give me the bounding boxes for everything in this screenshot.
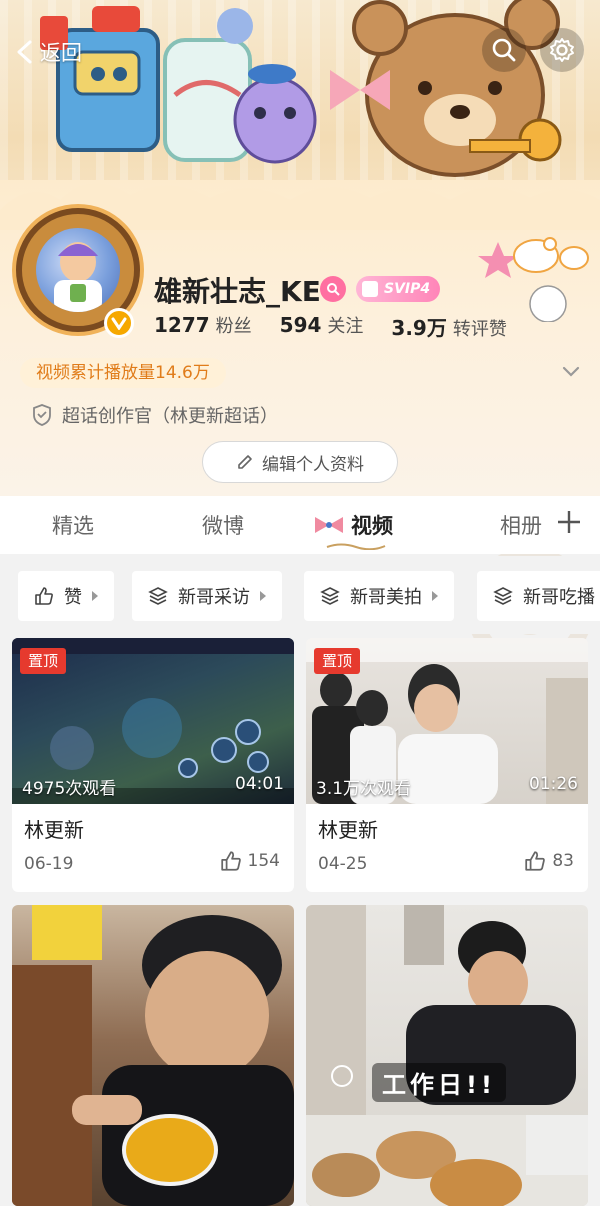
pinned-badge: 置顶	[314, 648, 361, 674]
chip-likes-label: 赞	[64, 587, 82, 608]
followers-count: 1277	[154, 313, 210, 337]
gear-icon	[550, 38, 574, 62]
interactions-count: 3.9万	[391, 316, 447, 340]
bow-icon	[315, 517, 343, 533]
plus-icon[interactable]	[555, 508, 583, 536]
view-count: 4975次观看	[22, 779, 117, 799]
chevron-left-icon	[17, 40, 32, 64]
thumbs-up-icon	[220, 851, 241, 871]
caret-right-icon	[92, 591, 98, 601]
svip-badge[interactable]: SVIP4	[356, 276, 441, 302]
verified-badge	[104, 308, 134, 338]
video-date: 04-25	[318, 854, 368, 874]
settings-button[interactable]	[540, 28, 584, 72]
layers-icon	[148, 587, 168, 605]
followers-label: 粉丝	[215, 316, 252, 337]
chip-mukbang[interactable]: 新哥吃播	[477, 571, 600, 621]
duck-sticker	[478, 237, 589, 322]
edit-profile-label: 编辑个人资料	[262, 454, 364, 475]
video-card[interactable]	[12, 905, 294, 1206]
like-count: 154	[247, 851, 280, 871]
chevron-down-icon[interactable]	[560, 360, 582, 382]
like-count: 83	[552, 851, 574, 871]
chip-beauty[interactable]: 新哥美拍	[304, 571, 454, 621]
avatar-image	[36, 228, 120, 312]
tab-videos-label: 视频	[351, 514, 393, 538]
like-button[interactable]: 83	[524, 850, 574, 872]
back-label: 返回	[40, 41, 82, 65]
shield-icon	[33, 404, 51, 426]
chip-interview-label: 新哥采访	[178, 587, 250, 608]
video-thumbnail: 工作日!!	[306, 905, 588, 1206]
total-plays-pill[interactable]: 视频累计播放量14.6万	[20, 358, 226, 388]
chip-mukbang-label: 新哥吃播	[523, 587, 595, 608]
filter-chip-row: 赞 新哥采访 新哥美拍 新哥吃播	[0, 556, 600, 634]
stat-interactions[interactable]: 3.9万 转评赞	[391, 312, 506, 341]
tab-active-indicator	[326, 543, 386, 550]
video-card[interactable]: 置顶 3.1万次观看 01:26 林更新 04-25 83	[306, 638, 588, 892]
tab-videos[interactable]: 视频	[313, 510, 393, 540]
pinned-badge: 置顶	[20, 648, 67, 674]
video-title: 林更新	[24, 818, 84, 842]
edit-profile-button[interactable]: 编辑个人资料	[202, 441, 398, 483]
super-topic-label: 超话创作官（林更新超话）	[62, 406, 278, 427]
pencil-icon	[238, 455, 252, 469]
layers-icon	[320, 587, 340, 605]
caret-right-icon	[432, 591, 438, 601]
video-thumbnail: 置顶 3.1万次观看 01:26	[306, 638, 588, 804]
stat-followers[interactable]: 1277 粉丝	[154, 312, 252, 341]
video-card[interactable]: 工作日!!	[306, 905, 588, 1206]
verified-v-icon	[111, 317, 127, 330]
search-icon	[492, 38, 516, 62]
caret-right-icon	[260, 591, 266, 601]
stat-following[interactable]: 594 关注	[280, 312, 364, 341]
interactions-label: 转评赞	[452, 319, 507, 340]
thumbs-up-icon	[525, 851, 546, 871]
view-count: 3.1万次观看	[316, 779, 412, 799]
video-date: 06-19	[24, 854, 74, 874]
profile-stats: 1277 粉丝 594 关注 3.9万 转评赞	[154, 312, 507, 341]
chip-likes[interactable]: 赞	[18, 571, 114, 621]
svip-label: SVIP4	[384, 281, 431, 297]
search-button[interactable]	[482, 28, 526, 72]
profile-tabs: 精选 微博 视频 相册	[0, 496, 600, 554]
video-thumbnail	[12, 905, 294, 1206]
video-duration: 04:01	[235, 774, 284, 794]
tab-featured[interactable]: 精选	[52, 510, 94, 540]
like-button[interactable]: 154	[220, 850, 280, 872]
super-topic-row[interactable]: 超话创作官（林更新超话）	[32, 402, 278, 428]
video-card[interactable]: 置顶 4975次观看 04:01 林更新 06-19 154	[12, 638, 294, 892]
username: 雄新壮志_KE	[154, 275, 321, 308]
video-overlay-caption: 工作日!!	[372, 1063, 506, 1102]
female-gender-icon	[320, 276, 346, 302]
thumbs-up-icon	[35, 587, 53, 605]
following-label: 关注	[327, 316, 364, 337]
video-thumbnail: 置顶 4975次观看 04:01	[12, 638, 294, 804]
following-count: 594	[279, 313, 322, 337]
tab-album-label: 相册	[500, 514, 542, 538]
video-duration: 01:26	[529, 774, 578, 794]
tab-album[interactable]: 相册	[500, 510, 544, 540]
chip-interview[interactable]: 新哥采访	[132, 571, 282, 621]
crown-icon	[362, 281, 378, 297]
tab-weibo[interactable]: 微博	[202, 510, 244, 540]
layers-icon	[493, 587, 513, 605]
back-button[interactable]: 返回	[14, 32, 82, 72]
video-title: 林更新	[318, 818, 378, 842]
chip-beauty-label: 新哥美拍	[350, 587, 422, 608]
